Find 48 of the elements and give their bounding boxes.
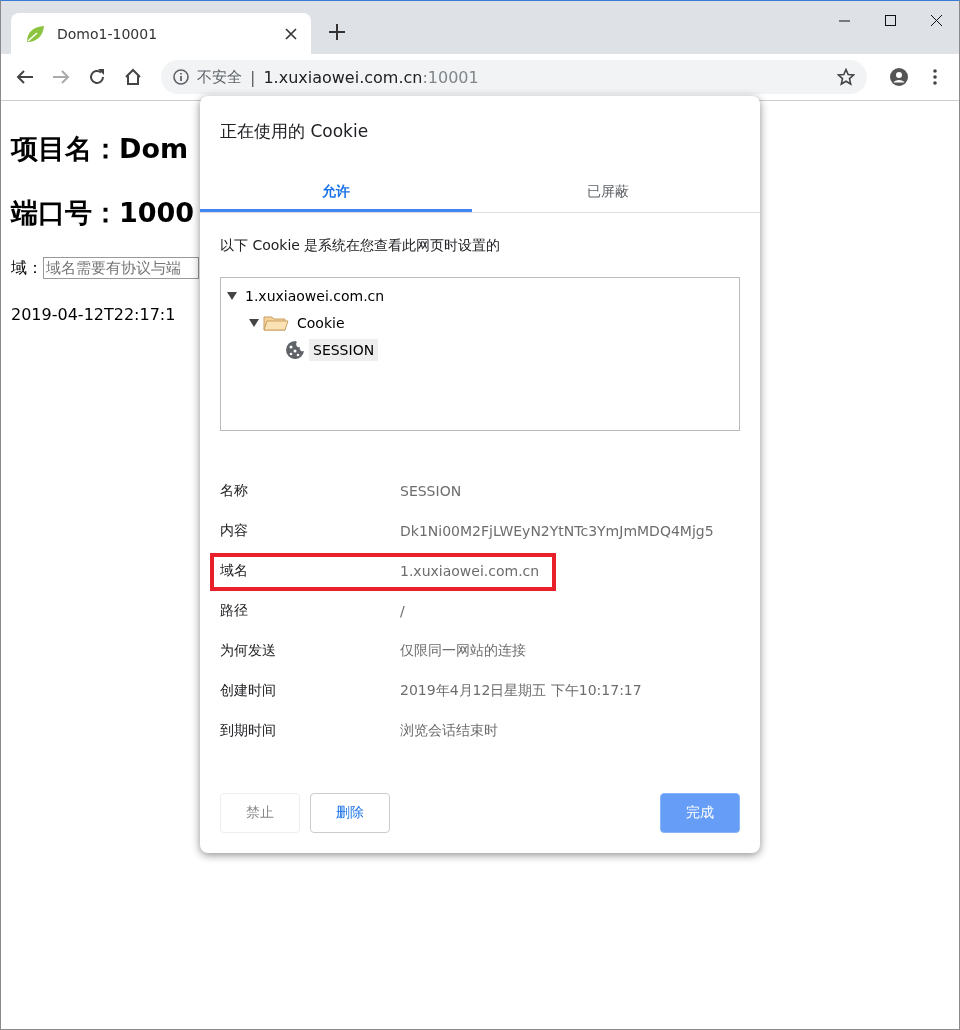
leaf-icon [25, 23, 45, 44]
input-field[interactable]: 域名需要有协议与端 [43, 257, 199, 279]
expand-triangle-icon[interactable] [249, 318, 259, 327]
expand-triangle-icon[interactable] [227, 291, 237, 300]
field-label: 域： [11, 257, 43, 279]
tree-item[interactable]: 1.xuxiaowei.com.cn [241, 284, 389, 307]
description-text: 以下 Cookie 是系统在您查看此网页时设置的 [219, 236, 502, 255]
detail-value: 2019年4月12日星期五 下午10:17:17 [400, 682, 642, 700]
detail-value: / [400, 603, 405, 619]
reload-icon[interactable] [88, 68, 106, 86]
detail-label: 为何发送 [220, 642, 277, 660]
plus-icon[interactable] [328, 23, 346, 41]
tree-item[interactable]: SESSION [309, 338, 379, 361]
dialog-tab[interactable]: 已屏蔽 [472, 174, 744, 212]
back-icon[interactable] [16, 68, 34, 86]
detail-label: 域名 [220, 562, 249, 580]
detail-value: 仅限同一网站的连接 [400, 642, 526, 660]
home-icon[interactable] [124, 68, 142, 86]
close-icon[interactable] [930, 14, 942, 26]
account-icon[interactable] [890, 68, 908, 86]
page-heading: 端口号：1000 [11, 196, 195, 230]
dialog-button[interactable]: 删除 [310, 793, 390, 833]
detail-value: 浏览会话结束时 [400, 722, 498, 740]
dialog-title: 正在使用的 Cookie [219, 120, 370, 143]
detail-value: Dk1Ni00M2FjLWEyN2YtNTc3YmJmMDQ4Mjg5 [400, 523, 714, 539]
info-icon[interactable] [173, 69, 189, 85]
url-host[interactable]: 1.xuxiaowei.com.cn [263, 67, 423, 87]
detail-label: 内容 [220, 522, 249, 540]
folder-icon [263, 313, 289, 332]
close-icon[interactable] [285, 27, 297, 40]
url-port[interactable]: :10001 [422, 67, 479, 87]
star-icon[interactable] [837, 68, 855, 86]
timestamp-text: 2019-04-12T22:17:1 [11, 305, 176, 324]
security-label[interactable]: 不安全 [197, 67, 242, 87]
detail-value: 1.xuxiaowei.com.cn [400, 563, 540, 579]
detail-value: SESSION [400, 483, 462, 499]
browser-tab[interactable]: Domo1-10001 [11, 13, 311, 54]
detail-label: 路径 [220, 602, 249, 620]
maximize-icon[interactable] [884, 14, 896, 26]
dialog-tab[interactable]: 允许 [200, 174, 472, 212]
tab-title: Domo1-10001 [57, 25, 159, 42]
detail-label: 创建时间 [220, 682, 277, 700]
tree-item[interactable]: Cookie [293, 311, 349, 334]
page-heading: 项目名：Dom [11, 132, 189, 166]
address-divider: | [250, 67, 256, 87]
detail-label: 名称 [220, 482, 249, 500]
detail-label: 到期时间 [220, 722, 277, 740]
cookie-icon [285, 339, 305, 360]
